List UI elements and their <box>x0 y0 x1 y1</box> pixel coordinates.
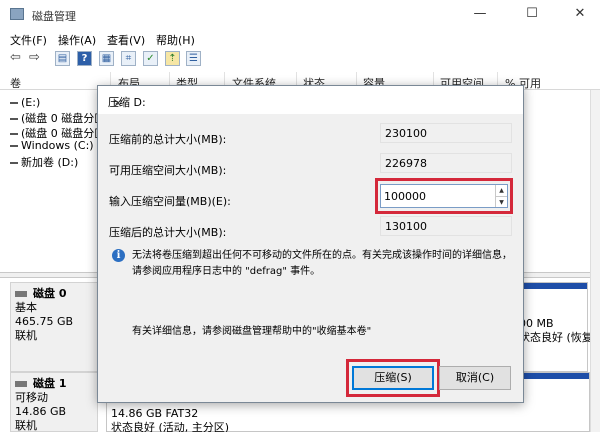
volume-icon <box>10 133 18 135</box>
available-shrink-value: 226978 <box>380 153 512 173</box>
menu-action[interactable]: 操作(A) <box>58 32 96 48</box>
volume-row[interactable]: (磁盘 0 磁盘分区 <box>10 110 105 126</box>
disk-0-panel[interactable]: 磁盘 0 基本 465.75 GB 联机 <box>10 282 98 372</box>
shrink-dialog: 压缩 D: ✕ 压缩前的总计大小(MB): 230100 可用压缩空间大小(MB… <box>97 85 524 403</box>
window-title: 磁盘管理 <box>32 10 76 23</box>
disk-state: 联机 <box>15 329 37 342</box>
volume-icon <box>10 145 18 147</box>
back-arrow-icon[interactable]: ⇦ <box>8 51 23 66</box>
info-message: 无法将卷压缩到超出任何不可移动的文件所在的点。有关完成该操作时间的详细信息，请参… <box>132 250 512 277</box>
available-shrink-label: 可用压缩空间大小(MB): <box>109 164 227 177</box>
volume-list: (E:) (磁盘 0 磁盘分区 (磁盘 0 磁盘分区 Windows (C:) … <box>0 90 110 270</box>
total-size-after-value: 130100 <box>380 216 512 236</box>
disk-name: 磁盘 0 <box>33 287 67 300</box>
window-titlebar: 磁盘管理 — ☐ ✕ <box>0 0 600 28</box>
toolbar: ⇦ ⇨ ▤ ? ▦ ⌗ ✓ ⇡ ☰ <box>0 48 600 70</box>
maximize-button[interactable]: ☐ <box>512 4 552 24</box>
partition-status: 状态良好 (活动, 主分区) <box>111 421 230 432</box>
disk-type: 基本 <box>15 301 37 314</box>
input-highlight-box <box>375 178 513 214</box>
close-button[interactable]: ✕ <box>560 4 600 24</box>
disk-size: 465.75 GB <box>15 315 74 328</box>
dialog-close-button[interactable]: ✕ <box>108 94 128 114</box>
detail-help-text: 有关详细信息，请参阅磁盘管理帮助中的"收缩基本卷" <box>132 326 372 337</box>
console-tree-icon[interactable]: ▤ <box>55 51 70 66</box>
check-icon[interactable]: ✓ <box>143 51 158 66</box>
shrink-amount-label: 输入压缩空间量(MB)(E): <box>109 195 231 208</box>
dialog-titlebar: 压缩 D: ✕ <box>98 86 523 114</box>
recovery-partition[interactable]: 00 MB 状态良好 (恢复分 <box>514 282 600 372</box>
info-icon: i <box>112 249 125 262</box>
help-icon[interactable]: ? <box>77 51 92 66</box>
menu-help[interactable]: 帮助(H) <box>156 32 195 48</box>
minimize-button[interactable]: — <box>460 4 500 24</box>
properties-icon[interactable]: ▦ <box>99 51 114 66</box>
volume-label: (磁盘 0 磁盘分区 <box>21 112 106 125</box>
volume-row[interactable]: Windows (C:) <box>10 139 94 152</box>
volume-label: 新加卷 (D:) <box>21 156 79 169</box>
new-folder-icon[interactable]: ⇡ <box>165 51 180 66</box>
disk-1-panel[interactable]: 磁盘 1 可移动 14.86 GB 联机 <box>10 372 98 432</box>
connect-disk-icon[interactable]: ⌗ <box>121 51 136 66</box>
menu-view[interactable]: 查看(V) <box>107 32 145 48</box>
disk-state: 联机 <box>15 419 37 432</box>
disk-icon <box>15 291 27 297</box>
col-volume[interactable]: 卷 <box>10 75 21 91</box>
volume-icon <box>10 162 18 164</box>
total-size-before-value: 230100 <box>380 123 512 143</box>
vertical-scrollbar[interactable] <box>590 90 600 432</box>
disk-name: 磁盘 1 <box>33 377 67 390</box>
total-size-after-label: 压缩后的总计大小(MB): <box>109 226 227 239</box>
forward-arrow-icon[interactable]: ⇨ <box>27 51 42 66</box>
volume-row[interactable]: (E:) <box>10 96 40 109</box>
partition-size: 00 MB <box>519 317 554 330</box>
volume-label: Windows (C:) <box>21 139 94 152</box>
menu-file[interactable]: 文件(F) <box>10 32 47 48</box>
volume-icon <box>10 118 18 120</box>
shrink-button[interactable]: 压缩(S) <box>352 366 434 390</box>
cancel-button[interactable]: 取消(C) <box>439 366 511 390</box>
disk-icon <box>15 381 27 387</box>
total-size-before-label: 压缩前的总计大小(MB): <box>109 133 227 146</box>
volume-label: (E:) <box>21 96 41 109</box>
disk-type: 可移动 <box>15 391 48 404</box>
disk-management-icon <box>10 8 24 20</box>
partition-size: 14.86 GB FAT32 <box>111 407 199 420</box>
partition-bar <box>515 283 587 289</box>
disk-size: 14.86 GB <box>15 405 67 418</box>
list-view-icon[interactable]: ☰ <box>186 51 201 66</box>
volume-icon <box>10 102 18 104</box>
menu-bar: 文件(F) 操作(A) 查看(V) 帮助(H) <box>0 28 600 48</box>
partition-status: 状态良好 (恢复分 <box>519 331 600 344</box>
volume-row[interactable]: 新加卷 (D:) <box>10 154 78 170</box>
